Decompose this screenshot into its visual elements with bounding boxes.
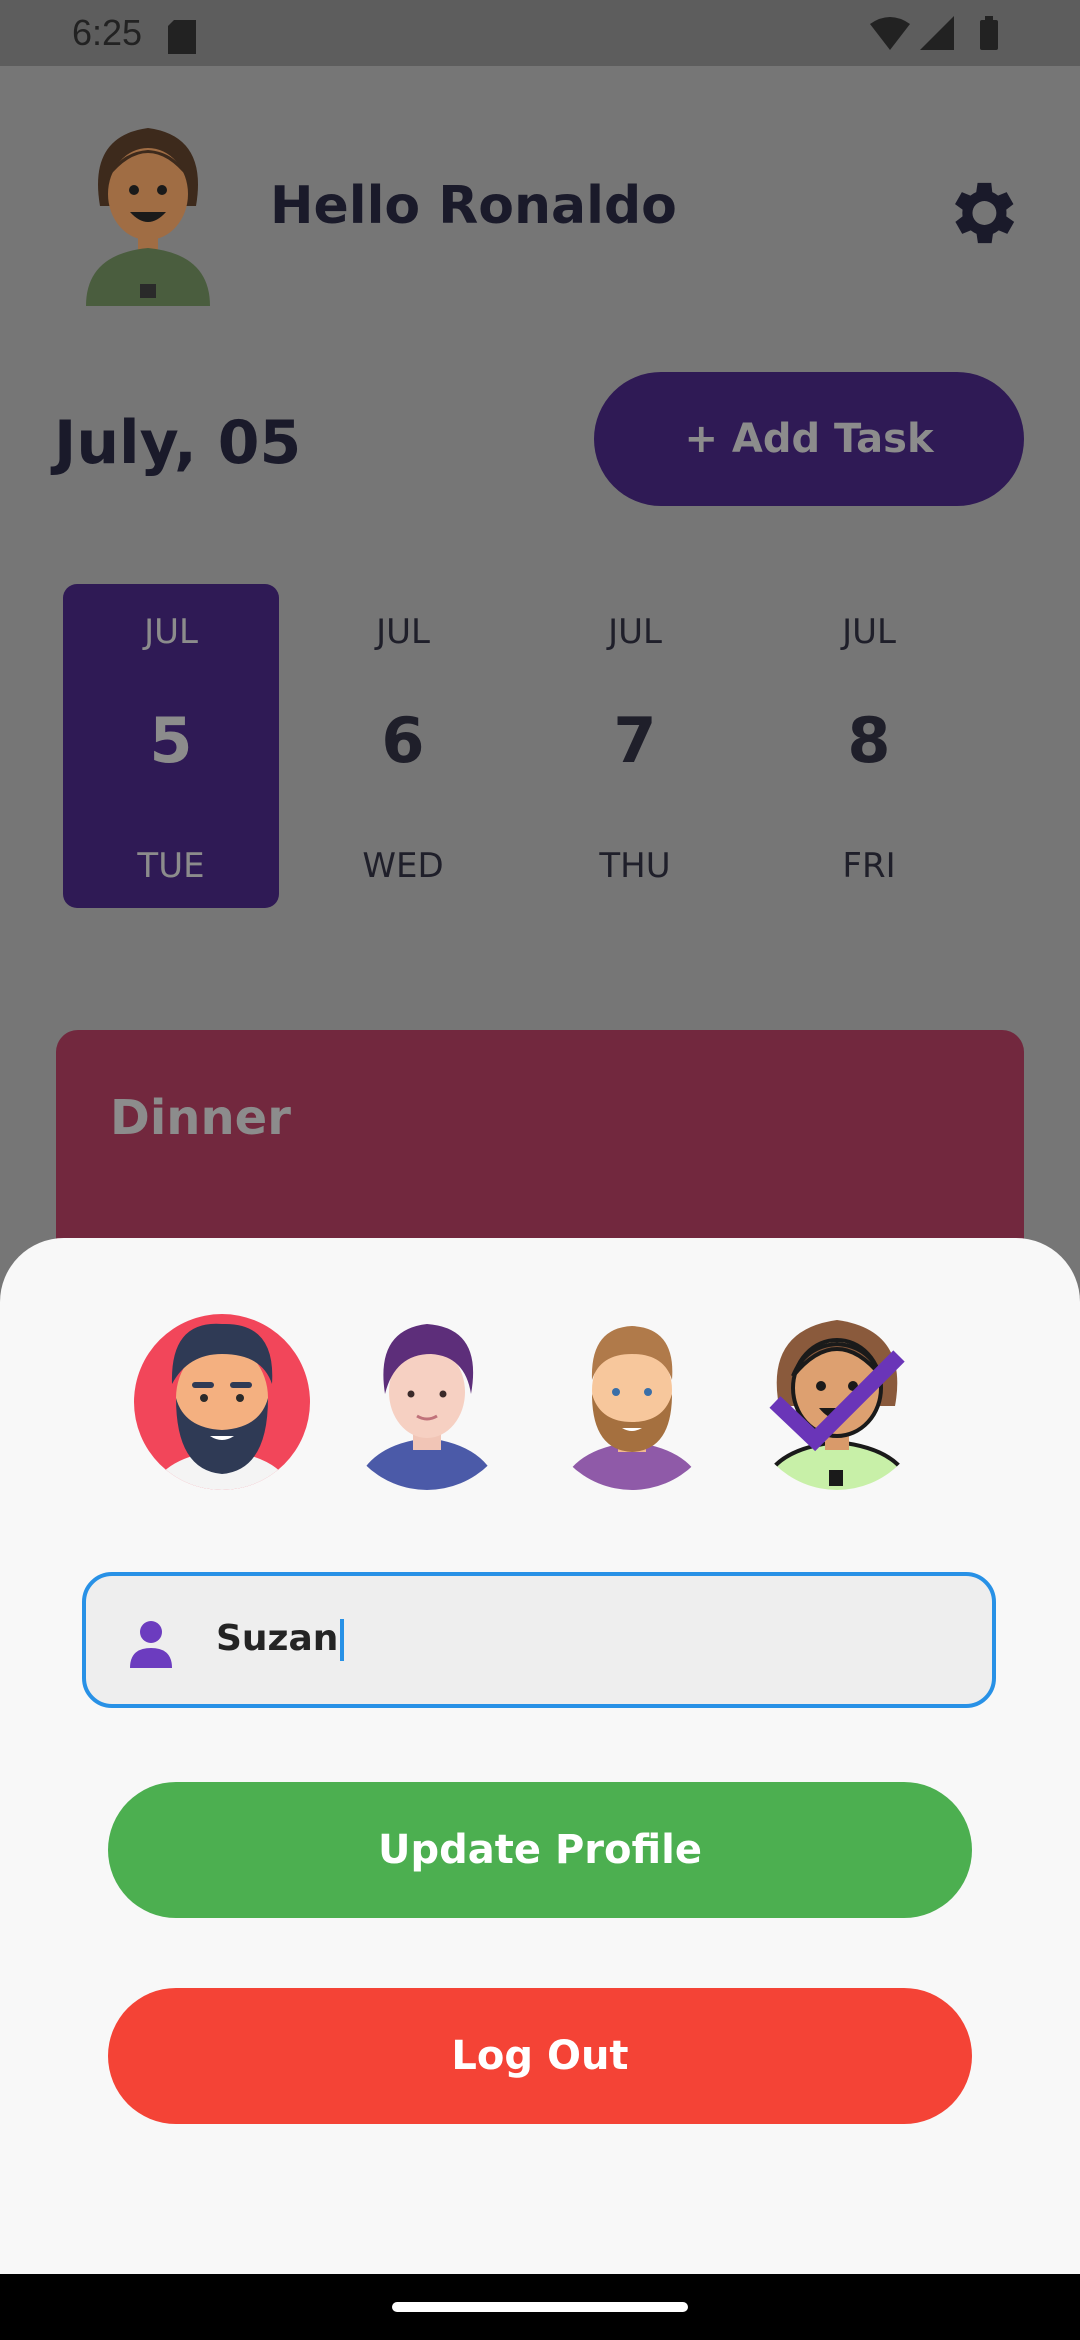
name-value-text: Suzan [216, 1618, 339, 1659]
greeting-text: Hello Ronaldo [270, 176, 677, 236]
day-weekday: FRI [842, 846, 896, 886]
day-number: 7 [613, 704, 657, 777]
home-gesture-handle[interactable] [392, 2302, 688, 2312]
day-item-jul-6[interactable]: JUL 6 WED [295, 584, 511, 908]
day-month: JUL [842, 612, 896, 652]
day-number: 6 [381, 704, 425, 777]
gear-icon[interactable] [940, 172, 1022, 254]
bearded-man-avatar-icon[interactable] [130, 1310, 314, 1494]
wifi-icon [870, 17, 910, 50]
day-number: 5 [149, 704, 193, 777]
sd-card-icon [168, 20, 196, 54]
profile-avatar-icon[interactable] [78, 116, 218, 306]
status-icons [870, 16, 998, 50]
signal-icon [920, 16, 954, 50]
ginger-man-avatar-icon[interactable] [540, 1310, 724, 1494]
navigation-bar [0, 2274, 1080, 2340]
day-weekday: TUE [137, 846, 205, 886]
status-time: 6:25 [72, 12, 143, 53]
day-month: JUL [144, 612, 198, 652]
name-input[interactable]: Suzan [82, 1572, 996, 1708]
day-number: 8 [847, 704, 891, 777]
task-title: Dinner [110, 1090, 291, 1146]
profile-bottom-sheet: Suzan Update Profile Log Out [0, 1238, 1080, 2274]
day-item-jul-8[interactable]: JUL 8 FRI [761, 584, 977, 908]
update-profile-button[interactable]: Update Profile [108, 1782, 972, 1918]
young-man-avatar-icon[interactable] [335, 1310, 519, 1494]
day-month: JUL [608, 612, 662, 652]
day-weekday: THU [599, 846, 671, 886]
person-icon [130, 1621, 172, 1668]
day-item-jul-7[interactable]: JUL 7 THU [527, 584, 743, 908]
day-month: JUL [376, 612, 430, 652]
day-weekday: WED [362, 846, 444, 886]
status-bar: 6:25 [0, 0, 1080, 66]
log-out-button[interactable]: Log Out [108, 1988, 972, 2124]
add-task-button[interactable]: + Add Task [594, 372, 1024, 506]
name-input-value: Suzan [216, 1618, 345, 1661]
day-item-jul-5[interactable]: JUL 5 TUE [63, 584, 279, 908]
battery-icon [980, 16, 998, 50]
current-date: July, 05 [54, 408, 302, 478]
text-caret [340, 1619, 345, 1661]
woman-avatar-icon[interactable] [745, 1310, 929, 1494]
